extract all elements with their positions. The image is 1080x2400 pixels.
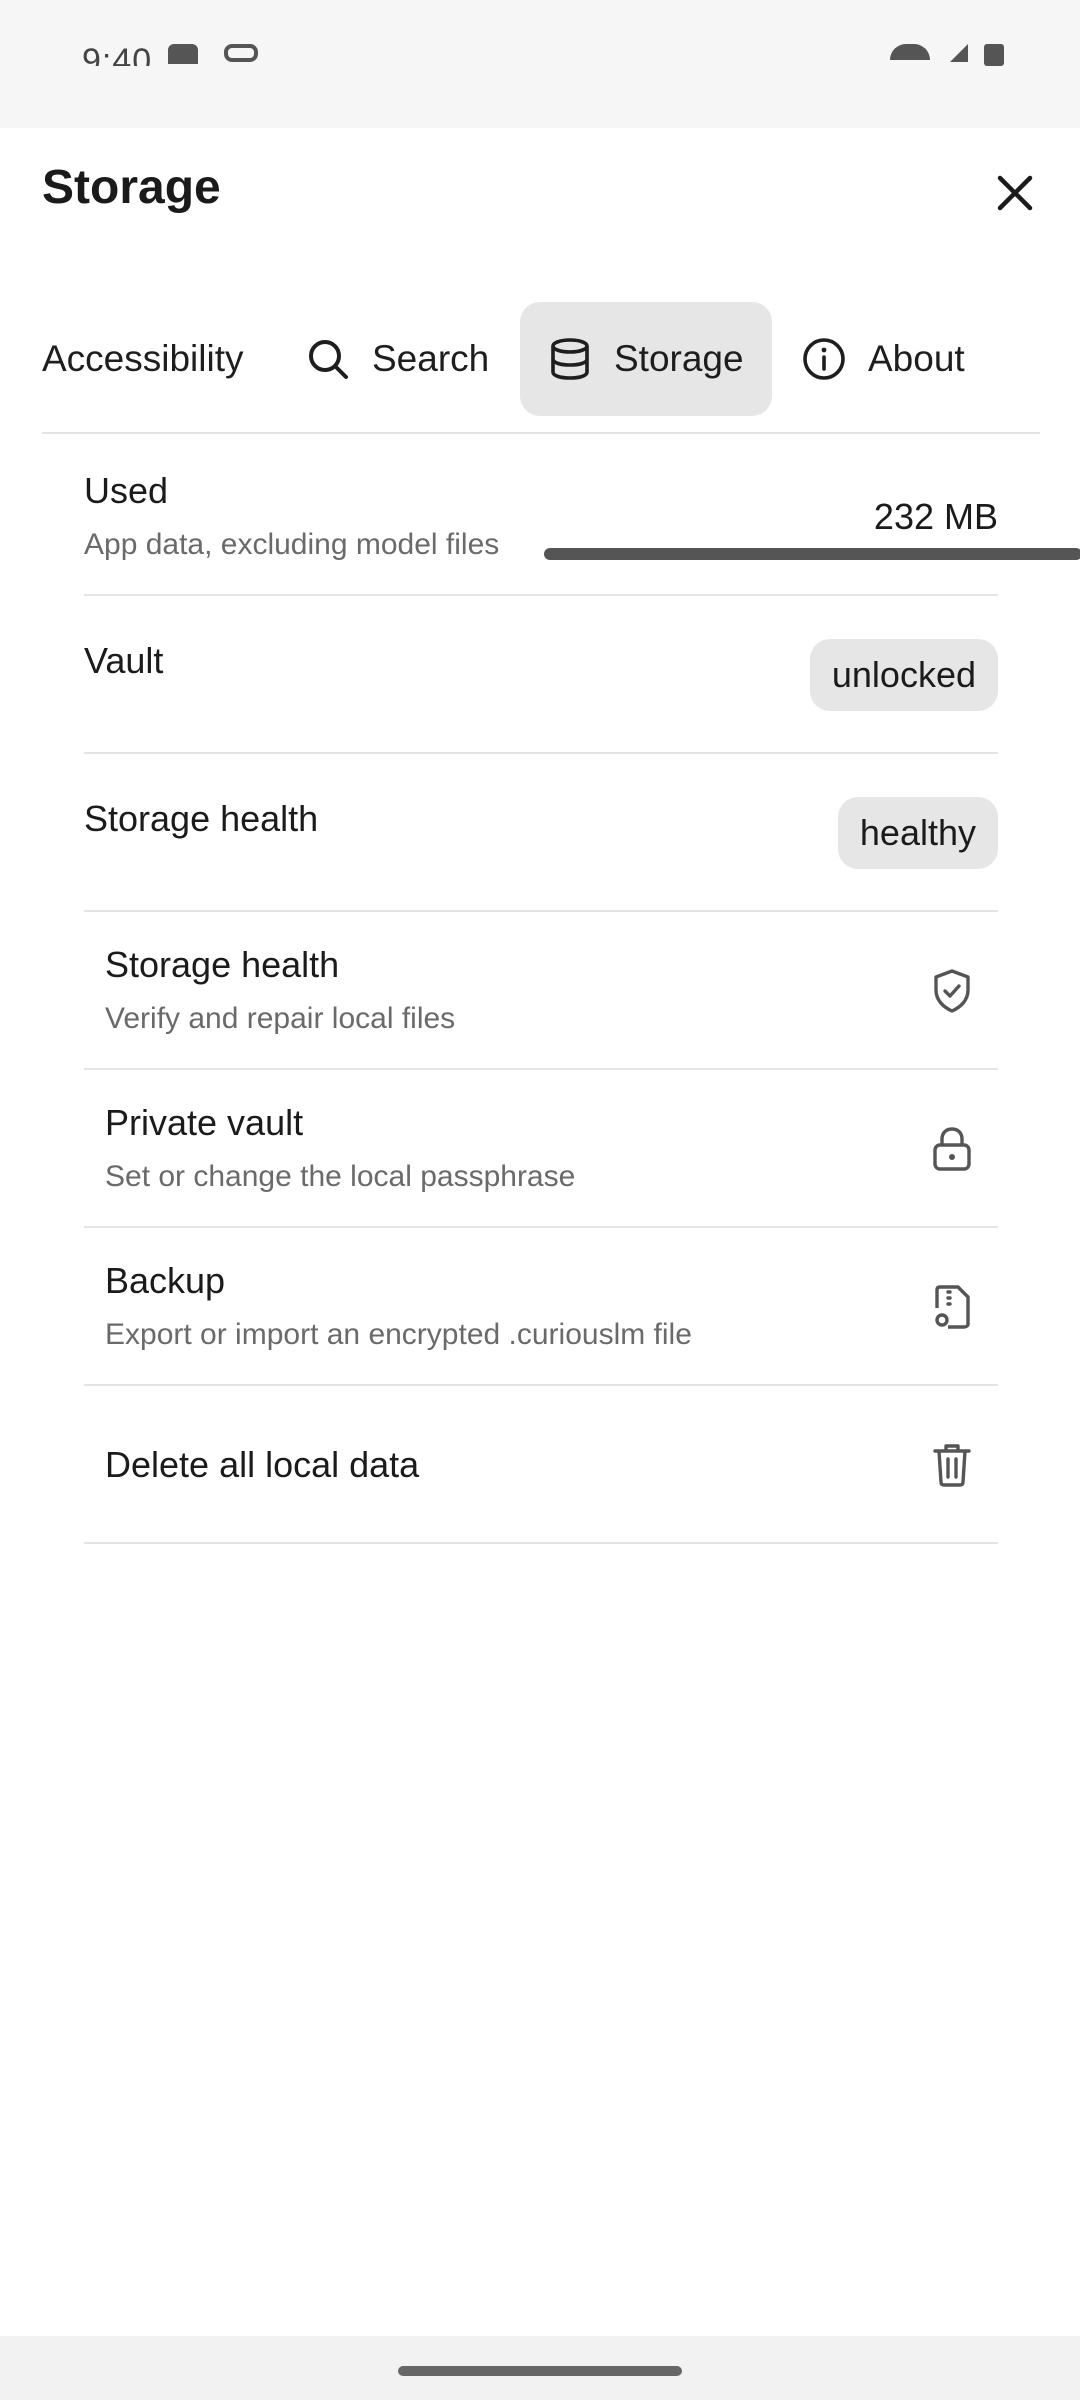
action-subtitle: Export or import an encrypted .curiouslm… xyxy=(105,1318,692,1351)
action-title: Delete all local data xyxy=(105,1444,420,1485)
vault-row: Vault unlocked xyxy=(84,596,998,754)
used-title: Used xyxy=(84,470,169,511)
private-vault-action[interactable]: Private vault Set or change the local pa… xyxy=(84,1070,998,1228)
action-title: Backup xyxy=(105,1260,226,1301)
action-subtitle: Set or change the local passphrase xyxy=(105,1160,576,1193)
backup-action[interactable]: Backup Export or import an encrypted .cu… xyxy=(84,1228,998,1386)
screen-record-icon xyxy=(224,44,258,62)
navigation-bar xyxy=(0,2336,1080,2400)
tab-bar: Accessibility Search Storage About xyxy=(42,302,1080,560)
vault-title: Vault xyxy=(84,640,164,681)
shield-check-icon xyxy=(928,966,976,1016)
storage-health-title: Storage health xyxy=(84,798,319,839)
used-value: 232 MB xyxy=(873,496,998,537)
status-time: 9:40 xyxy=(82,42,153,66)
lock-icon xyxy=(928,1124,976,1174)
wifi-icon xyxy=(890,44,930,60)
tab-about[interactable]: About xyxy=(802,302,965,416)
storage-health-status-badge: healthy xyxy=(837,797,998,869)
close-icon xyxy=(997,175,1033,211)
tab-label: Storage xyxy=(614,338,744,379)
status-bar: 9:40 xyxy=(0,0,1080,128)
tab-label: Search xyxy=(372,338,490,379)
search-icon xyxy=(306,337,350,381)
close-button[interactable] xyxy=(990,168,1040,218)
storage-list: Used App data, excluding model files 232… xyxy=(84,438,998,1544)
info-icon xyxy=(802,337,846,381)
delete-all-data-action[interactable]: Delete all local data xyxy=(84,1386,998,1544)
action-title: Storage health xyxy=(105,944,340,985)
storage-health-status-row: Storage health healthy xyxy=(84,754,998,912)
database-icon xyxy=(548,337,592,381)
battery-icon xyxy=(984,44,1004,66)
trash-icon xyxy=(928,1440,976,1490)
notification-icon xyxy=(168,44,198,64)
file-archive-icon xyxy=(928,1282,976,1332)
action-subtitle: Verify and repair local files xyxy=(105,1002,456,1035)
settings-sheet: Storage Accessibility Search Storage Abo… xyxy=(0,128,1080,2336)
tab-accessibility[interactable]: Accessibility xyxy=(42,302,244,416)
used-row: Used App data, excluding model files 232… xyxy=(84,438,998,596)
vault-status-badge: unlocked xyxy=(809,639,998,711)
page-title: Storage xyxy=(42,161,221,214)
tab-storage[interactable]: Storage xyxy=(520,302,772,416)
tab-search[interactable]: Search xyxy=(306,302,489,416)
action-title: Private vault xyxy=(105,1102,304,1143)
home-gesture-handle[interactable] xyxy=(398,2366,682,2376)
signal-icon xyxy=(950,44,968,62)
tab-label: About xyxy=(868,338,965,379)
storage-health-action[interactable]: Storage health Verify and repair local f… xyxy=(84,912,998,1070)
tab-label: Accessibility xyxy=(42,338,244,379)
used-subtitle: App data, excluding model files xyxy=(84,528,500,561)
